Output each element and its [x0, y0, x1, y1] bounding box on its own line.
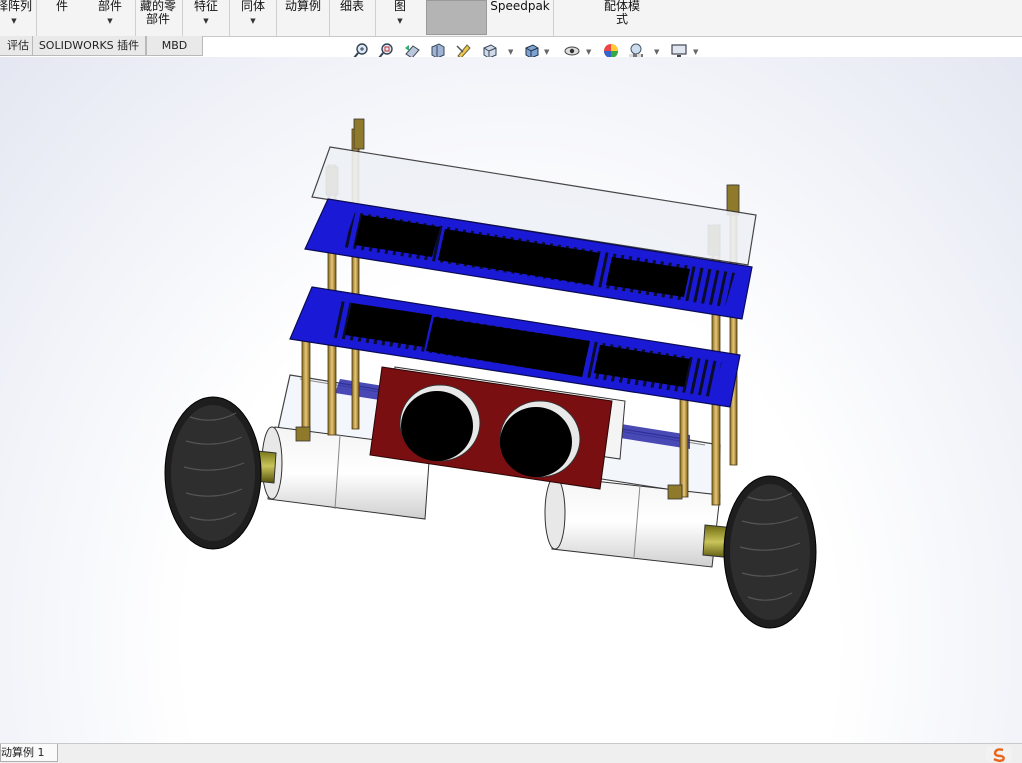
ribbon-divider — [375, 0, 376, 36]
ribbon-label: 动算例 — [284, 0, 321, 13]
ribbon-divider — [229, 0, 230, 36]
robot-car-assembly-model[interactable] — [0, 57, 1022, 743]
right-wheel[interactable] — [723, 475, 817, 629]
ribbon-divider — [276, 0, 277, 36]
command-manager-ribbon: 择阵列 ▼ 件 部件 ▼ 藏的零 部件 特征 ▼ 同体 ▼ 动算例 细表 图 ▼… — [0, 0, 1022, 37]
insert-component-button[interactable]: 件 — [40, 0, 84, 36]
chevron-down-icon[interactable]: ▼ — [586, 48, 591, 56]
speedpak-button[interactable]: Speedpak — [490, 0, 550, 36]
ribbon-placeholder-button[interactable] — [426, 0, 487, 35]
left-wheel[interactable] — [164, 396, 262, 550]
reference-geometry-button[interactable]: 同体 ▼ — [233, 0, 273, 36]
ribbon-divider — [553, 0, 554, 36]
ribbon-divider — [329, 0, 330, 36]
exploded-view-button[interactable]: 图 ▼ — [380, 0, 420, 36]
ribbon-label: 式 — [615, 12, 628, 26]
ribbon-divider — [182, 0, 183, 36]
tab-solidworks-addins[interactable]: SOLIDWORKS 插件 — [32, 36, 146, 56]
tab-evaluate[interactable]: 评估 — [0, 36, 34, 56]
tab-mbd[interactable]: MBD — [146, 36, 203, 56]
chevron-down-icon[interactable]: ▼ — [544, 48, 549, 56]
tab-motion-study-1[interactable]: 动算例 1 — [0, 744, 58, 762]
ribbon-label: 部件 — [145, 12, 170, 26]
chevron-down-icon[interactable]: ▼ — [88, 16, 132, 26]
ribbon-label: 特征 — [193, 0, 218, 13]
ribbon-label: 择阵列 — [0, 0, 32, 13]
ribbon-label: 图 — [393, 0, 406, 13]
ribbon-divider — [36, 0, 37, 36]
chevron-down-icon[interactable]: ▼ — [0, 16, 34, 26]
show-hidden-components-button[interactable]: 藏的零 部件 — [137, 0, 179, 36]
command-manager-tabs: 评估 SOLIDWORKS 插件 MBD — [0, 36, 203, 56]
chevron-down-icon[interactable]: ▼ — [186, 16, 226, 26]
ribbon-label: Speedpak — [490, 0, 550, 13]
ribbon-divider — [135, 0, 136, 36]
ribbon-label: 同体 — [240, 0, 265, 13]
linear-pattern-button[interactable]: 择阵列 ▼ — [0, 0, 34, 36]
large-design-review-button[interactable]: 配体模 式 — [592, 0, 652, 36]
new-motion-study-button[interactable]: 动算例 — [280, 0, 326, 36]
bottom-tab-bar: 动算例 1 — [0, 743, 1022, 763]
assembly-features-button[interactable]: 特征 ▼ — [186, 0, 226, 36]
chevron-down-icon[interactable]: ▼ — [693, 48, 698, 56]
chevron-down-icon[interactable]: ▼ — [380, 16, 420, 26]
chevron-down-icon[interactable]: ▼ — [508, 48, 513, 56]
bill-of-materials-button[interactable]: 细表 — [333, 0, 371, 36]
graphics-area[interactable] — [0, 57, 1022, 743]
ribbon-label: 细表 — [339, 0, 364, 13]
ribbon-label: 部件 — [97, 0, 122, 13]
component-button[interactable]: 部件 ▼ — [88, 0, 132, 36]
ribbon-label: 件 — [55, 0, 68, 13]
chevron-down-icon[interactable]: ▼ — [654, 48, 659, 56]
input-method-icon[interactable] — [986, 746, 1012, 762]
chevron-down-icon[interactable]: ▼ — [233, 16, 273, 26]
